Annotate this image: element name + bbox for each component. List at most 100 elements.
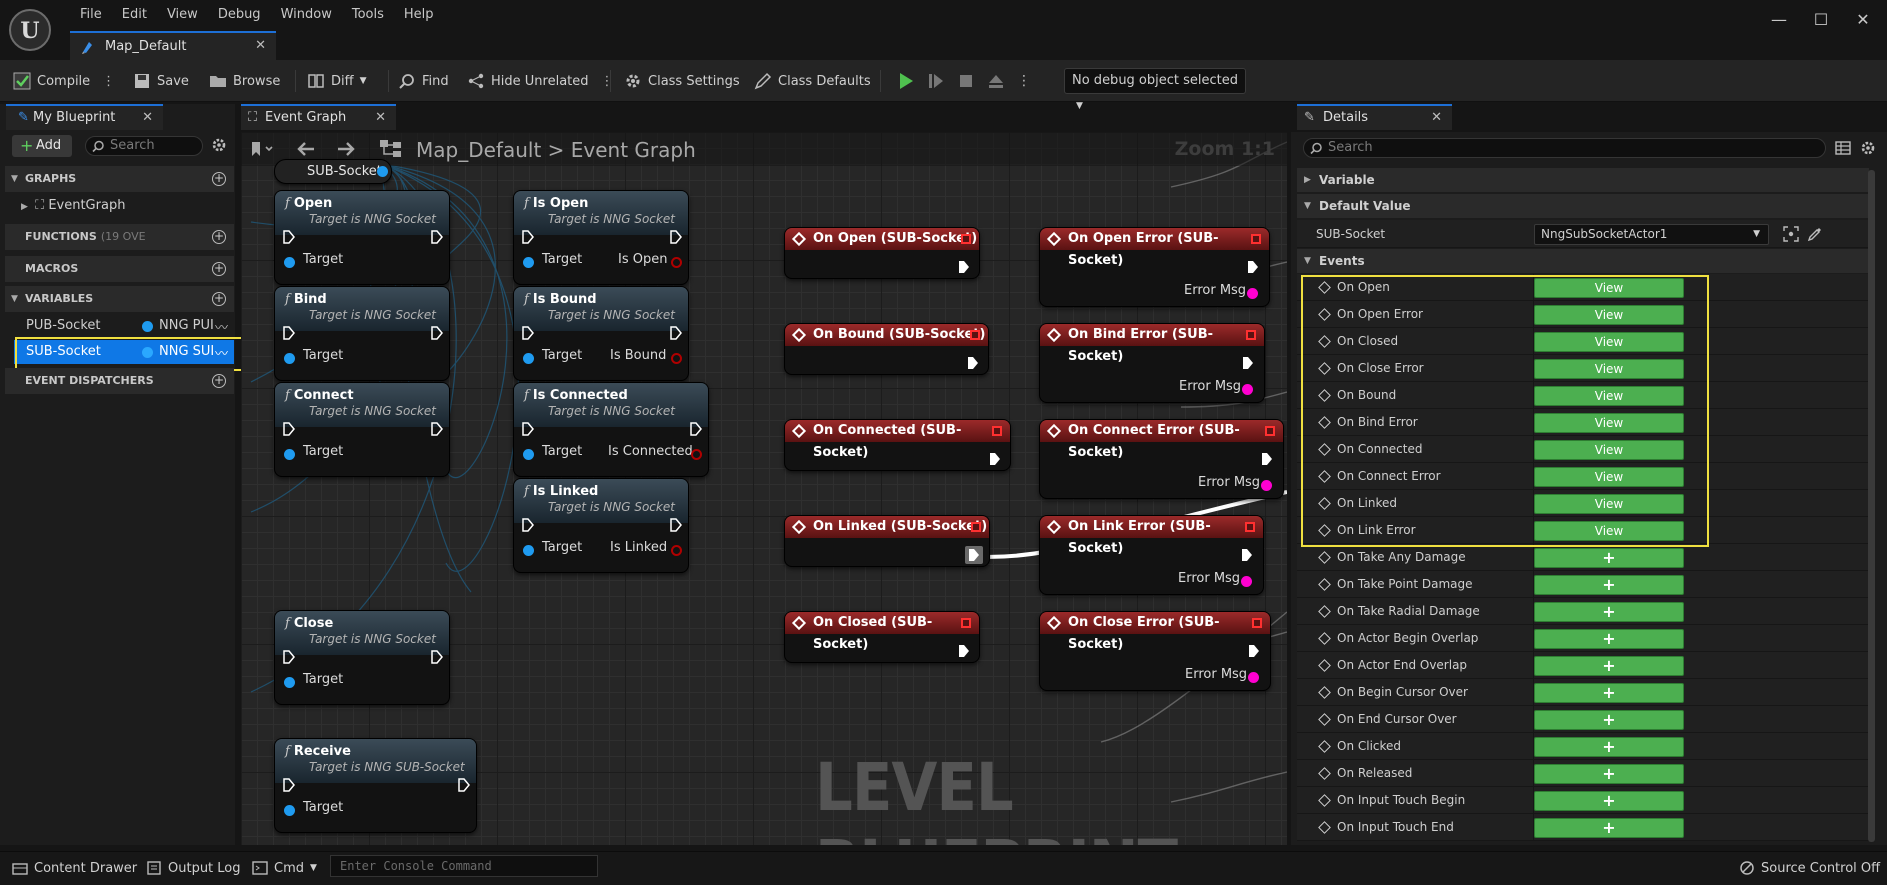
on-bound-event-node[interactable]: On Bound (SUB-Socket) xyxy=(784,323,989,375)
graph-canvas[interactable]: Map_Default > Event Graph Zoom 1:1 LEVEL… xyxy=(241,132,1287,845)
is-connected-node[interactable]: f Is Connected Target is NNG Socket Target… xyxy=(513,382,709,477)
exec-in-pin[interactable] xyxy=(283,650,295,664)
view-event-button[interactable]: View xyxy=(1534,386,1684,406)
exec-out-pin[interactable] xyxy=(670,326,682,340)
minimize-icon[interactable]: — xyxy=(1764,10,1794,29)
cmd-selector[interactable]: Cmd ▼ xyxy=(252,860,317,876)
eject-icon[interactable] xyxy=(987,72,1005,90)
exec-in-pin[interactable] xyxy=(283,326,295,340)
sub-socket-variable-node[interactable]: SUB-Socket xyxy=(274,159,392,184)
play-options-icon[interactable]: ⋮ xyxy=(1017,73,1031,89)
step-icon[interactable] xyxy=(927,72,945,90)
exec-out-pin[interactable] xyxy=(1248,644,1260,658)
target-input-pin[interactable] xyxy=(523,353,534,364)
bool-output-pin[interactable] xyxy=(691,449,702,460)
compile-button[interactable]: Compile ⋮ xyxy=(13,69,115,93)
view-event-button[interactable]: View xyxy=(1534,494,1684,514)
stop-icon[interactable] xyxy=(957,72,975,90)
delegate-pin-icon[interactable] xyxy=(970,330,980,340)
close-tab-icon[interactable]: ✕ xyxy=(1431,106,1442,130)
view-event-button[interactable]: View xyxy=(1534,305,1684,325)
add-button[interactable]: + Add xyxy=(12,135,72,157)
default-object-select[interactable]: NngSubSocketActor1 ▼ xyxy=(1534,224,1769,245)
target-input-pin[interactable] xyxy=(284,677,295,688)
add-event-button[interactable]: + xyxy=(1534,710,1684,730)
menu-file[interactable]: File xyxy=(70,6,112,24)
more-options-icon[interactable]: ⋮ xyxy=(601,74,614,89)
on-open-event-node[interactable]: On Open (SUB-Socket) xyxy=(784,227,980,279)
variable-section[interactable]: ▶ Variable xyxy=(1297,168,1869,192)
add-event-button[interactable]: + xyxy=(1534,791,1684,811)
exec-out-pin[interactable] xyxy=(431,422,443,436)
delegate-pin-icon[interactable] xyxy=(1265,426,1275,436)
menu-view[interactable]: View xyxy=(157,6,208,24)
add-event-button[interactable]: + xyxy=(1534,602,1684,622)
string-output-pin[interactable] xyxy=(1241,576,1252,587)
delegate-pin-icon[interactable] xyxy=(971,522,981,532)
details-tab[interactable]: ✎ Details ✕ xyxy=(1297,104,1452,130)
menu-window[interactable]: Window xyxy=(271,6,342,24)
add-macro-icon[interactable]: + xyxy=(212,262,226,276)
hierarchy-icon[interactable] xyxy=(379,139,403,159)
exec-in-pin[interactable] xyxy=(283,422,295,436)
console-command-input[interactable]: Enter Console Command xyxy=(330,855,598,877)
string-output-pin[interactable] xyxy=(1247,288,1258,299)
delegate-pin-icon[interactable] xyxy=(1246,330,1256,340)
variable-item[interactable]: PUB-Socket NNG PUI 〰 xyxy=(14,314,234,338)
close-tab-icon[interactable]: ✕ xyxy=(255,38,266,53)
exec-out-pin-connected[interactable] xyxy=(965,546,983,564)
exec-out-pin[interactable] xyxy=(967,356,979,370)
exec-out-pin[interactable] xyxy=(670,230,682,244)
output-log-button[interactable]: Output Log xyxy=(146,860,241,876)
add-graph-icon[interactable]: + xyxy=(212,172,226,186)
delegate-pin-icon[interactable] xyxy=(1251,234,1261,244)
connect-function-node[interactable]: f Connect Target is NNG Socket Target xyxy=(274,382,450,477)
open-function-node[interactable]: f Open Target is NNG Socket Target xyxy=(274,190,450,285)
add-event-button[interactable]: + xyxy=(1534,818,1684,838)
add-event-button[interactable]: + xyxy=(1534,683,1684,703)
my-blueprint-tab[interactable]: ✎ My Blueprint ✕ xyxy=(6,104,163,130)
add-event-button[interactable]: + xyxy=(1534,575,1684,595)
view-event-button[interactable]: View xyxy=(1534,521,1684,541)
close-tab-icon[interactable]: ✕ xyxy=(142,106,153,130)
bind-function-node[interactable]: f Bind Target is NNG Socket Target xyxy=(274,286,450,381)
exec-in-pin[interactable] xyxy=(283,230,295,244)
menu-debug[interactable]: Debug xyxy=(208,6,271,24)
target-input-pin[interactable] xyxy=(523,545,534,556)
on-link-error-event-node[interactable]: On Link Error (SUB-Socket) Error Msg xyxy=(1039,515,1264,595)
view-event-button[interactable]: View xyxy=(1534,278,1684,298)
blueprint-search-input[interactable]: Search xyxy=(85,136,203,156)
delegate-pin-icon[interactable] xyxy=(961,234,971,244)
document-tab[interactable]: Map_Default ✕ xyxy=(70,31,276,60)
exec-out-pin[interactable] xyxy=(431,230,443,244)
hide-unrelated-button[interactable]: Hide Unrelated ⋮ xyxy=(467,69,614,93)
delegate-pin-icon[interactable] xyxy=(1245,522,1255,532)
debug-object-select[interactable]: No debug object selected ▼ xyxy=(1064,68,1246,111)
details-scrollbar[interactable] xyxy=(1868,170,1875,842)
macros-section[interactable]: MACROS + xyxy=(5,256,234,282)
breadcrumb-root[interactable]: Map_Default xyxy=(416,138,541,162)
string-output-pin[interactable] xyxy=(1242,384,1253,395)
on-bind-error-event-node[interactable]: On Bind Error (SUB-Socket) Error Msg xyxy=(1039,323,1265,403)
exec-out-pin[interactable] xyxy=(1247,260,1259,274)
view-event-button[interactable]: View xyxy=(1534,413,1684,433)
add-event-button[interactable]: + xyxy=(1534,656,1684,676)
close-window-icon[interactable]: ✕ xyxy=(1848,10,1878,29)
exec-out-pin[interactable] xyxy=(431,326,443,340)
browse-to-asset-icon[interactable] xyxy=(1783,226,1799,242)
find-button[interactable]: Find xyxy=(398,69,449,93)
variables-section[interactable]: ▼ VARIABLES + xyxy=(5,286,234,312)
string-output-pin[interactable] xyxy=(1248,672,1259,683)
string-output-pin[interactable] xyxy=(1261,480,1272,491)
view-event-button[interactable]: View xyxy=(1534,359,1684,379)
eyedropper-icon[interactable] xyxy=(1807,226,1823,242)
view-event-button[interactable]: View xyxy=(1534,332,1684,352)
add-dispatcher-icon[interactable]: + xyxy=(212,374,226,388)
unreal-logo-icon[interactable]: U xyxy=(9,9,51,51)
source-control-button[interactable]: Source Control Off xyxy=(1739,860,1880,876)
receive-function-node[interactable]: f Receive Target is NNG SUB-Socket Target xyxy=(274,738,477,833)
functions-section[interactable]: FUNCTIONS (19 OVE + xyxy=(5,224,234,250)
diff-button[interactable]: Diff ▼ xyxy=(307,69,367,93)
compile-options-icon[interactable]: ⋮ xyxy=(102,74,115,89)
maximize-icon[interactable]: ☐ xyxy=(1806,10,1836,29)
